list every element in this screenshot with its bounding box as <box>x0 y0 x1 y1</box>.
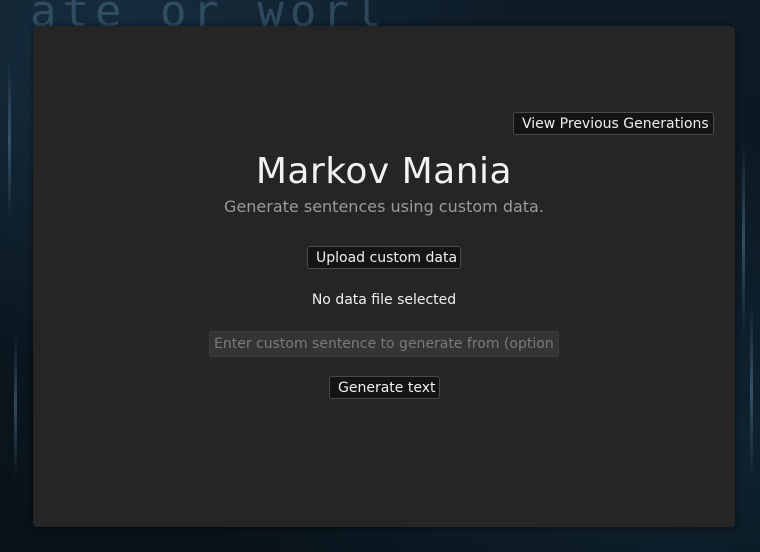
file-status-text: No data file selected <box>311 292 457 308</box>
page-subtitle: Generate sentences using custom data. <box>224 197 544 216</box>
generate-text-button[interactable]: Generate text <box>329 376 440 399</box>
upload-custom-data-button[interactable]: Upload custom data <box>307 246 461 269</box>
main-panel: View Previous Generations Markov Mania G… <box>33 26 735 527</box>
background-streak <box>742 140 745 340</box>
background-streak <box>8 60 11 220</box>
page-title: Markov Mania <box>255 151 513 192</box>
view-previous-generations-button[interactable]: View Previous Generations <box>513 112 714 135</box>
background-streak <box>750 300 753 480</box>
background-streak <box>14 330 17 480</box>
custom-sentence-input[interactable] <box>209 331 559 357</box>
